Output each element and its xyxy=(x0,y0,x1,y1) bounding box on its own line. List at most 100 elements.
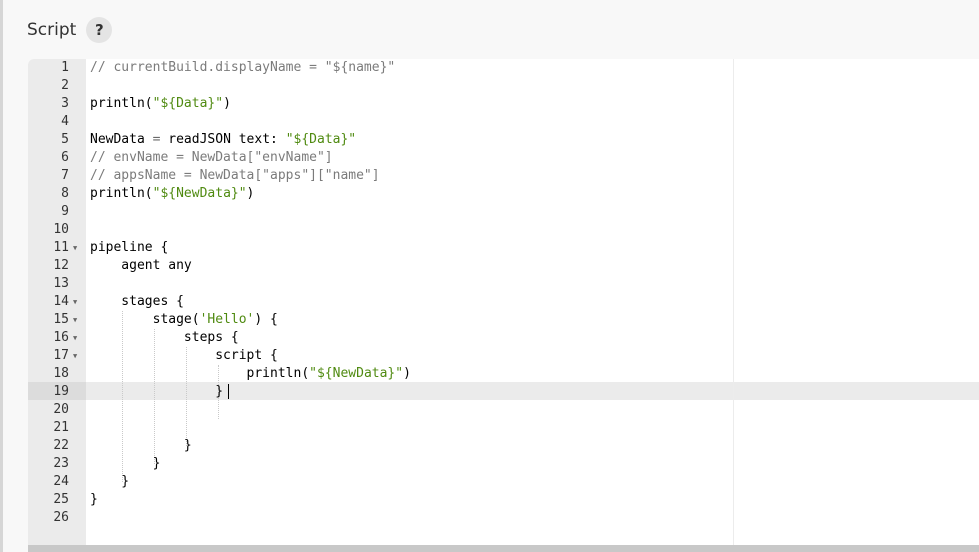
line-number: 20 xyxy=(53,402,69,417)
fold-arrow-icon[interactable]: ▼ xyxy=(73,293,77,311)
code-text: agent any xyxy=(90,257,192,275)
line-number: 11 xyxy=(53,240,69,255)
code-token: readJSON text: xyxy=(160,132,286,147)
code-line[interactable]: 4 xyxy=(28,113,979,131)
line-number: 21 xyxy=(53,420,69,435)
line-number: 9 xyxy=(61,204,69,219)
code-token: ) { xyxy=(254,312,278,327)
line-number: 14 xyxy=(53,294,69,309)
code-token: "${NewData}" xyxy=(152,186,247,201)
script-section-header: Script ? xyxy=(27,14,113,46)
code-line[interactable]: 26 xyxy=(28,509,979,527)
line-number: 12 xyxy=(53,258,69,273)
code-line[interactable]: 18 println("${NewData}") xyxy=(28,365,979,383)
code-text: } xyxy=(90,473,129,491)
code-line[interactable]: 19 } xyxy=(28,383,979,401)
line-number: 5 xyxy=(61,132,69,147)
code-text: stages { xyxy=(90,293,184,311)
line-number: 13 xyxy=(53,276,69,291)
code-line[interactable]: 22 } xyxy=(28,437,979,455)
line-number: 16 xyxy=(53,330,69,345)
code-editor[interactable]: 1 // currentBuild.displayName = "${name}"… xyxy=(28,59,979,552)
code-text: // currentBuild.displayName = "${name}" xyxy=(90,59,395,77)
code-line[interactable]: 7 // appsName = NewData["apps"]["name"] xyxy=(28,167,979,185)
code-line[interactable]: 20 xyxy=(28,401,979,419)
code-text: } xyxy=(90,437,192,455)
code-token: // currentBuild.displayName = "${name}" xyxy=(90,60,396,75)
code-token: // envName = NewData["envName"] xyxy=(90,150,333,165)
code-token: } xyxy=(90,456,161,471)
fold-arrow-icon[interactable]: ▼ xyxy=(73,329,77,347)
code-line[interactable]: 25} xyxy=(28,491,979,509)
code-line[interactable]: 9 xyxy=(28,203,979,221)
line-number: 6 xyxy=(61,150,69,165)
code-token: agent any xyxy=(90,258,192,273)
fold-arrow-icon[interactable]: ▼ xyxy=(73,239,77,257)
line-number: 19 xyxy=(53,384,69,399)
code-line[interactable]: 15 ▼ stage('Hello') { xyxy=(28,311,979,329)
code-text: pipeline { xyxy=(90,239,168,257)
section-title: Script xyxy=(27,20,77,40)
code-text: println("${NewData}") xyxy=(90,185,254,203)
fold-arrow-icon[interactable]: ▼ xyxy=(73,347,77,365)
line-number: 10 xyxy=(53,222,69,237)
code-line[interactable]: 13 xyxy=(28,275,979,293)
code-token: "${NewData}" xyxy=(309,366,404,381)
code-token: steps { xyxy=(90,330,239,345)
line-number: 24 xyxy=(53,474,69,489)
code-text: // appsName = NewData["apps"]["name"] xyxy=(90,167,380,185)
code-text: } xyxy=(90,455,161,473)
code-token: } xyxy=(90,438,192,453)
fold-arrow-icon[interactable]: ▼ xyxy=(73,311,77,329)
code-line[interactable]: 11 ▼ pipeline { xyxy=(28,239,979,257)
code-token: stages { xyxy=(90,294,184,309)
line-number: 3 xyxy=(61,96,69,111)
code-token: // appsName = NewData["apps"]["name"] xyxy=(90,168,380,183)
code-line[interactable]: 16 ▼ steps { xyxy=(28,329,979,347)
editor-resize-bar[interactable] xyxy=(28,545,979,552)
code-text: NewData = readJSON text: "${Data}" xyxy=(90,131,356,149)
code-token: pipeline { xyxy=(90,240,169,255)
code-text: // envName = NewData["envName"] xyxy=(90,149,333,167)
code-token: "${Data}" xyxy=(152,96,224,111)
code-token: ) xyxy=(246,186,255,201)
line-number: 26 xyxy=(53,510,69,525)
code-line[interactable]: 5 NewData = readJSON text: "${Data}" xyxy=(28,131,979,149)
code-line[interactable]: 17 ▼ script { xyxy=(28,347,979,365)
line-number: 1 xyxy=(61,60,69,75)
code-token: ) xyxy=(223,96,231,111)
code-line[interactable]: 2 xyxy=(28,77,979,95)
line-number: 7 xyxy=(61,168,69,183)
code-token: script { xyxy=(90,348,278,363)
code-line[interactable]: 8 println("${NewData}") xyxy=(28,185,979,203)
code-line[interactable]: 1 // currentBuild.displayName = "${name}" xyxy=(28,59,979,77)
code-token: stage( xyxy=(90,312,200,327)
code-token: println( xyxy=(90,186,153,201)
code-token: ) xyxy=(403,366,411,381)
line-number: 17 xyxy=(53,348,69,363)
code-line[interactable]: 3 println("${Data}") xyxy=(28,95,979,113)
line-number: 2 xyxy=(61,78,69,93)
text-cursor xyxy=(228,384,229,399)
code-line[interactable]: 12 agent any xyxy=(28,257,979,275)
code-token: println( xyxy=(90,96,153,111)
left-border xyxy=(0,0,3,552)
code-token: } xyxy=(90,474,130,489)
code-token: 'Hello' xyxy=(199,312,255,327)
code-line[interactable]: 21 xyxy=(28,419,979,437)
code-line[interactable]: 6 // envName = NewData["envName"] xyxy=(28,149,979,167)
line-number: 15 xyxy=(53,312,69,327)
code-token: } xyxy=(90,492,98,507)
code-line[interactable]: 23 } xyxy=(28,455,979,473)
code-token: println( xyxy=(90,366,310,381)
code-text: println("${Data}") xyxy=(90,95,231,113)
code-text: println("${NewData}") xyxy=(90,365,411,383)
code-line[interactable]: 10 xyxy=(28,221,979,239)
code-line[interactable]: 14 ▼ stages { xyxy=(28,293,979,311)
help-button[interactable]: ? xyxy=(86,17,113,43)
code-line[interactable]: 24 } xyxy=(28,473,979,491)
line-number: 18 xyxy=(53,366,69,381)
line-number: 25 xyxy=(53,492,69,507)
line-number: 23 xyxy=(53,456,69,471)
code-token: "${Data}" xyxy=(285,132,357,147)
